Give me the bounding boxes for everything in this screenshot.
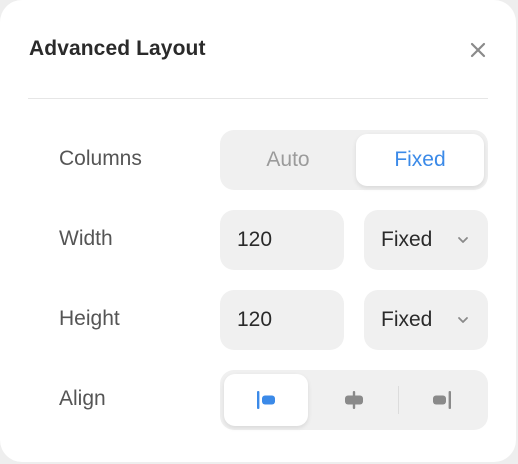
align-label: Align <box>59 387 106 410</box>
align-center-button[interactable] <box>312 374 396 426</box>
columns-label: Columns <box>59 147 142 170</box>
align-right-icon <box>433 391 451 409</box>
columns-option-fixed[interactable]: Fixed <box>356 134 484 186</box>
align-left-icon <box>257 391 275 409</box>
width-label: Width <box>59 227 113 250</box>
height-label: Height <box>59 307 120 330</box>
align-segmented-control <box>220 370 488 430</box>
align-center-icon <box>345 391 363 409</box>
width-mode-value: Fixed <box>381 228 433 251</box>
width-mode-select[interactable]: Fixed <box>364 210 488 270</box>
align-divider <box>398 386 399 414</box>
height-input[interactable]: 120 <box>220 290 344 350</box>
chevron-down-icon <box>458 317 468 323</box>
close-icon <box>470 42 486 58</box>
chevron-down-icon <box>458 237 468 243</box>
height-mode-value: Fixed <box>381 308 433 331</box>
header-divider <box>28 98 488 99</box>
advanced-layout-dialog: Advanced Layout Columns Auto Fixed Width… <box>0 0 516 462</box>
dialog-title: Advanced Layout <box>29 37 206 60</box>
columns-option-auto[interactable]: Auto <box>224 134 352 186</box>
columns-segmented-control: Auto Fixed <box>220 130 488 190</box>
width-input[interactable]: 120 <box>220 210 344 270</box>
align-right-button[interactable] <box>400 374 484 426</box>
height-mode-select[interactable]: Fixed <box>364 290 488 350</box>
close-button[interactable] <box>464 36 492 64</box>
align-left-button[interactable] <box>224 374 308 426</box>
